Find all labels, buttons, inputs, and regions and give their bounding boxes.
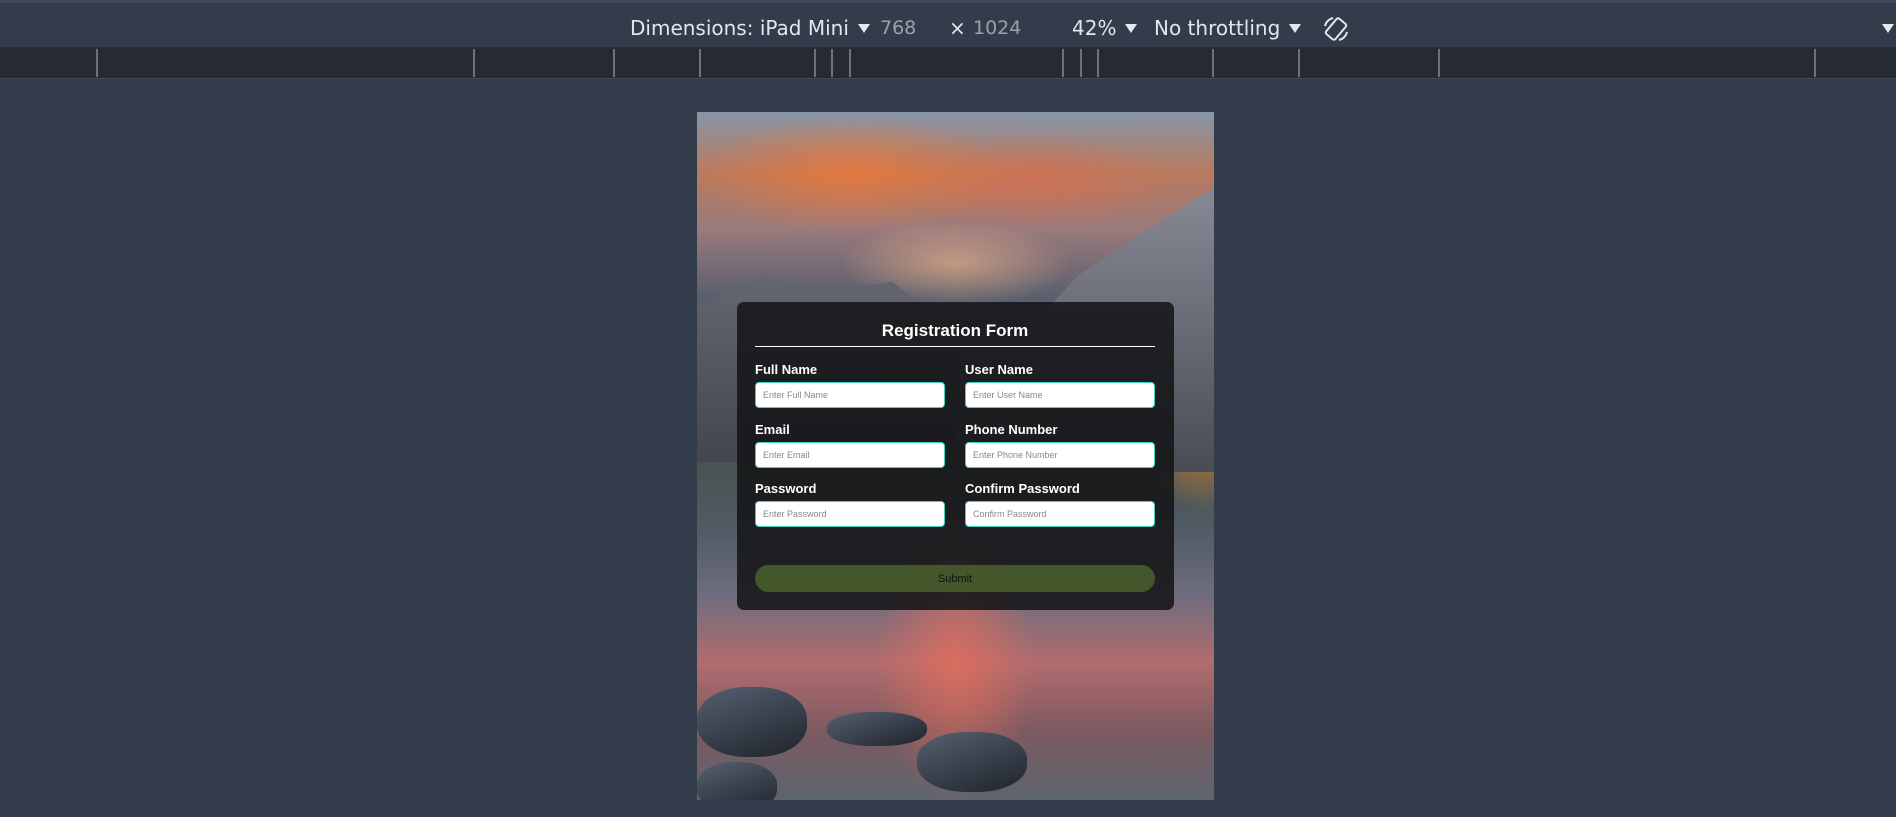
confirm-password-field: Confirm Password	[965, 481, 1155, 527]
background-rock	[697, 762, 777, 800]
media-query-ruler[interactable]	[0, 48, 1896, 79]
more-options-icon[interactable]	[1882, 24, 1894, 33]
ruler-breakpoint-tick[interactable]	[1062, 49, 1064, 77]
ruler-breakpoint-tick[interactable]	[849, 49, 851, 77]
form-title: Registration Form	[881, 321, 1029, 340]
throttling-label: No throttling	[1154, 16, 1281, 40]
registration-form: Registration Form Full Name User Name Em…	[737, 302, 1174, 610]
ruler-breakpoint-tick[interactable]	[1097, 49, 1099, 77]
background-rock	[827, 712, 927, 746]
full-name-input[interactable]	[755, 382, 945, 408]
password-input[interactable]	[755, 501, 945, 527]
background-rock	[917, 732, 1027, 792]
zoom-dropdown[interactable]: 42%	[1072, 15, 1138, 41]
phone-number-label: Phone Number	[965, 422, 1058, 437]
chevron-down-icon	[1125, 23, 1138, 33]
dimensions-label: Dimensions: iPad Mini	[630, 16, 849, 40]
confirm-password-label: Confirm Password	[965, 481, 1080, 496]
full-name-label: Full Name	[755, 362, 818, 377]
submit-button[interactable]: Submit	[755, 565, 1155, 592]
user-name-field: User Name	[965, 362, 1155, 408]
device-toolbar: Dimensions: iPad Mini × 42% No throttlin…	[0, 0, 1896, 48]
height-input[interactable]	[973, 14, 1045, 42]
width-input[interactable]	[880, 14, 952, 42]
chevron-down-icon	[1289, 23, 1302, 33]
ruler-breakpoint-tick[interactable]	[613, 49, 615, 77]
ruler-breakpoint-tick[interactable]	[1298, 49, 1300, 77]
times-symbol: ×	[949, 16, 966, 40]
ruler-breakpoint-tick[interactable]	[831, 49, 833, 77]
password-field: Password	[755, 481, 945, 527]
phone-number-field: Phone Number	[965, 422, 1155, 468]
chevron-down-icon	[857, 23, 870, 33]
email-label: Email	[755, 422, 790, 437]
email-input[interactable]	[755, 442, 945, 468]
ruler-breakpoint-tick[interactable]	[1814, 49, 1816, 77]
ruler-breakpoint-tick[interactable]	[473, 49, 475, 77]
phone-number-input[interactable]	[965, 442, 1155, 468]
throttling-dropdown[interactable]: No throttling	[1154, 15, 1302, 41]
full-name-field: Full Name	[755, 362, 945, 408]
title-divider	[755, 346, 1155, 347]
ruler-breakpoint-tick[interactable]	[814, 49, 816, 77]
dimensions-dropdown[interactable]: Dimensions: iPad Mini	[630, 15, 870, 41]
password-label: Password	[755, 481, 817, 496]
user-name-label: User Name	[965, 362, 1033, 377]
zoom-label: 42%	[1072, 16, 1117, 40]
confirm-password-input[interactable]	[965, 501, 1155, 527]
rotate-icon[interactable]	[1321, 14, 1351, 44]
ruler-breakpoint-tick[interactable]	[1080, 49, 1082, 77]
background-rock	[697, 687, 807, 757]
ruler-breakpoint-tick[interactable]	[96, 49, 98, 77]
device-viewport: Registration Form Full Name User Name Em…	[697, 112, 1214, 800]
email-field: Email	[755, 422, 945, 468]
ruler-breakpoint-tick[interactable]	[1438, 49, 1440, 77]
ruler-breakpoint-tick[interactable]	[699, 49, 701, 77]
ruler-breakpoint-tick[interactable]	[1212, 49, 1214, 77]
user-name-input[interactable]	[965, 382, 1155, 408]
